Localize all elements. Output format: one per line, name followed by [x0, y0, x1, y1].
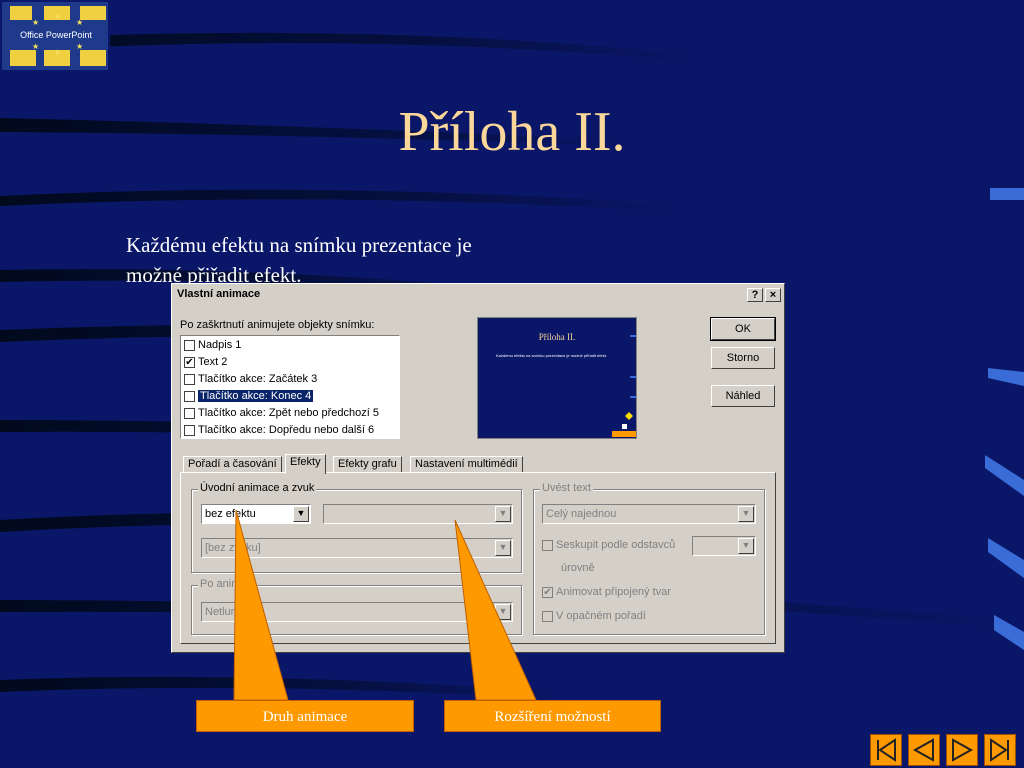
- preview-decoration: [612, 335, 636, 437]
- group-by-paragraph-option[interactable]: Seskupit podle odstavců: [542, 539, 675, 551]
- callout-extended-options: Rozšíření možností: [444, 700, 661, 732]
- cancel-button[interactable]: Storno: [711, 347, 775, 369]
- checkbox[interactable]: [542, 610, 553, 622]
- chevron-down-icon[interactable]: ▼: [293, 506, 309, 522]
- logo-text: Office PowerPoint: [20, 30, 92, 40]
- preview-button[interactable]: Náhled: [711, 385, 775, 407]
- checkbox[interactable]: [184, 339, 195, 351]
- previous-slide-button[interactable]: [908, 734, 940, 766]
- objects-listbox[interactable]: Nadpis 1 ✔ Text 2 Tlačítko akce: Začátek …: [180, 335, 400, 439]
- direction-select[interactable]: ▼: [323, 504, 513, 524]
- list-item-selected[interactable]: Tlačítko akce: Konec 4: [181, 388, 399, 405]
- list-item[interactable]: Nadpis 1: [181, 337, 399, 354]
- after-animation-select[interactable]: Netlumit ▼: [201, 602, 513, 622]
- checkbox-checked[interactable]: ✔: [542, 586, 553, 598]
- close-button[interactable]: ×: [765, 288, 781, 302]
- dialog-titlebar: Vlastní animace ? ×: [174, 286, 782, 304]
- list-item[interactable]: ✔ Text 2: [181, 354, 399, 371]
- first-slide-icon: [877, 738, 896, 762]
- after-animation-group: Po animaci Netlumit ▼: [191, 578, 522, 635]
- chevron-down-icon[interactable]: ▼: [495, 506, 511, 522]
- checkbox[interactable]: [542, 539, 553, 551]
- checkbox[interactable]: [184, 373, 195, 385]
- list-item[interactable]: Tlačítko akce: Zpět nebo předchozí 5: [181, 405, 399, 422]
- animate-shape-option[interactable]: ✔ Animovat připojený tvar: [542, 586, 671, 598]
- entry-animation-label: Úvodní animace a zvuk: [198, 482, 317, 494]
- introduce-text-group: Uvést text Celý najednou ▼ Seskupit podl…: [533, 482, 765, 635]
- list-item[interactable]: Tlačítko akce: Začátek 3: [181, 371, 399, 388]
- checkbox-checked[interactable]: ✔: [184, 356, 195, 368]
- checkbox[interactable]: [184, 424, 195, 436]
- chevron-down-icon[interactable]: ▼: [738, 538, 754, 554]
- chevron-down-icon[interactable]: ▼: [495, 540, 511, 556]
- sound-select[interactable]: [bez zvuku] ▼: [201, 538, 513, 558]
- after-animation-label: Po animaci: [198, 578, 257, 590]
- slide-title: Příloha II.: [398, 101, 626, 163]
- reverse-order-option[interactable]: V opačném pořadí: [542, 610, 646, 622]
- dialog-title: Vlastní animace: [177, 288, 261, 300]
- slide-preview: Příloha II. Každému efektu na snímku pre…: [477, 317, 637, 439]
- checkbox[interactable]: [184, 407, 195, 419]
- chevron-down-icon[interactable]: ▼: [738, 506, 754, 522]
- ok-button[interactable]: OK: [710, 317, 776, 341]
- tab-chart-effects[interactable]: Efekty grafu: [333, 456, 402, 473]
- next-slide-button[interactable]: [946, 734, 978, 766]
- tab-order-timing[interactable]: Pořadí a časování: [183, 456, 282, 473]
- last-slide-icon: [990, 738, 1009, 762]
- custom-animation-dialog: Vlastní animace ? × Po zaškrtnutí animuj…: [171, 283, 785, 653]
- list-item[interactable]: Tlačítko akce: Dopředu nebo další 6: [181, 422, 399, 439]
- next-slide-icon: [952, 738, 974, 762]
- callout-animation-type: Druh animace: [196, 700, 414, 732]
- text-mode-select[interactable]: Celý najednou ▼: [542, 504, 756, 524]
- entry-animation-group: Úvodní animace a zvuk bez efektu ▼ ▼ [be…: [191, 482, 522, 573]
- checkbox[interactable]: [184, 390, 195, 402]
- paragraph-level-select[interactable]: ▼: [692, 536, 756, 556]
- help-button[interactable]: ?: [747, 288, 763, 302]
- office-powerpoint-logo: ★ ★ ★ ★ ★ ★ Office PowerPoint: [0, 0, 110, 72]
- slide-body-text: Každému efektu na snímku prezentace je m…: [126, 233, 472, 287]
- level-label: úrovně: [561, 562, 595, 574]
- effects-tab-panel: Úvodní animace a zvuk bez efektu ▼ ▼ [be…: [180, 472, 776, 644]
- previous-slide-icon: [912, 738, 934, 762]
- tab-multimedia-settings[interactable]: Nastavení multimédií: [410, 456, 523, 473]
- chevron-down-icon[interactable]: ▼: [495, 604, 511, 620]
- first-slide-button[interactable]: [870, 734, 902, 766]
- tab-effects[interactable]: Efekty: [285, 454, 326, 474]
- objects-list-label: Po zaškrtnutí animujete objekty snímku:: [180, 319, 375, 331]
- introduce-text-label: Uvést text: [540, 482, 593, 494]
- last-slide-button[interactable]: [984, 734, 1016, 766]
- effect-select[interactable]: bez efektu ▼: [201, 504, 311, 524]
